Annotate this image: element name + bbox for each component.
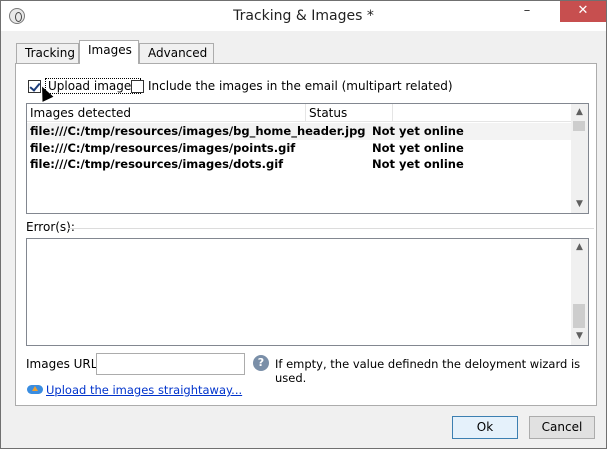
- title-bar: Tracking & Images * – ✕: [1, 1, 606, 31]
- include-images-label[interactable]: Include the images in the email (multipa…: [148, 79, 453, 93]
- image-status: Not yet online: [372, 124, 464, 138]
- upload-images-link[interactable]: Upload the images straightaway...: [46, 383, 242, 397]
- list-item[interactable]: file:///C:/tmp/resources/images/points.g…: [27, 140, 574, 157]
- dialog-window: Tracking & Images * – ✕ Tracking Images …: [0, 0, 607, 449]
- column-header-images[interactable]: Images detected: [30, 106, 131, 120]
- scroll-thumb[interactable]: [573, 121, 585, 131]
- ok-button[interactable]: Ok: [452, 416, 518, 439]
- cancel-button[interactable]: Cancel: [529, 416, 595, 439]
- images-url-help-text: If empty, the value definedn the deloyme…: [275, 357, 581, 385]
- include-images-option[interactable]: Include the images in the email (multipa…: [131, 77, 453, 95]
- list-item[interactable]: file:///C:/tmp/resources/images/dots.gif…: [27, 156, 574, 173]
- help-icon: ?: [253, 355, 269, 371]
- tab-advanced[interactable]: Advanced: [139, 43, 214, 64]
- images-detected-list[interactable]: Images detected Status file:///C:/tmp/re…: [26, 103, 589, 214]
- list-scrollbar[interactable]: ▲ ▼: [571, 104, 588, 213]
- scroll-down-icon[interactable]: ▼: [571, 328, 588, 345]
- upload-cloud-icon[interactable]: [27, 382, 43, 396]
- errors-label: Error(s):: [26, 220, 75, 234]
- minimize-button[interactable]: –: [514, 1, 540, 22]
- errors-scrollbar[interactable]: ▲ ▼: [571, 239, 588, 345]
- list-item[interactable]: file:///C:/tmp/resources/images/bg_home_…: [27, 123, 574, 140]
- image-path: file:///C:/tmp/resources/images/dots.gif: [30, 157, 284, 171]
- images-url-input[interactable]: [96, 353, 245, 375]
- upload-images-label[interactable]: Upload images: [45, 78, 141, 94]
- scroll-thumb[interactable]: [573, 304, 585, 328]
- image-path: file:///C:/tmp/resources/images/points.g…: [30, 140, 296, 155]
- image-status: Not yet online: [372, 157, 464, 171]
- scroll-up-icon[interactable]: ▲: [571, 104, 588, 121]
- scroll-up-icon[interactable]: ▲: [571, 239, 588, 256]
- column-divider[interactable]: [305, 104, 306, 122]
- column-header-status[interactable]: Status: [309, 106, 347, 120]
- image-status: Not yet online: [372, 140, 464, 155]
- images-tab-panel: Upload images Include the images in the …: [15, 63, 597, 406]
- include-images-checkbox[interactable]: [131, 79, 144, 93]
- column-divider[interactable]: [392, 104, 393, 122]
- tab-images[interactable]: Images: [79, 40, 139, 64]
- image-path: file:///C:/tmp/resources/images/bg_home_…: [30, 124, 366, 138]
- errors-box[interactable]: ▲ ▼: [26, 238, 589, 346]
- close-button[interactable]: ✕: [560, 1, 606, 22]
- scroll-down-icon[interactable]: ▼: [571, 196, 588, 213]
- list-rows: file:///C:/tmp/resources/images/bg_home_…: [27, 123, 574, 173]
- tab-tracking[interactable]: Tracking: [16, 43, 79, 64]
- list-header: Images detected Status: [27, 104, 574, 122]
- errors-divider: [68, 228, 594, 229]
- images-url-label: Images URL:: [26, 357, 102, 371]
